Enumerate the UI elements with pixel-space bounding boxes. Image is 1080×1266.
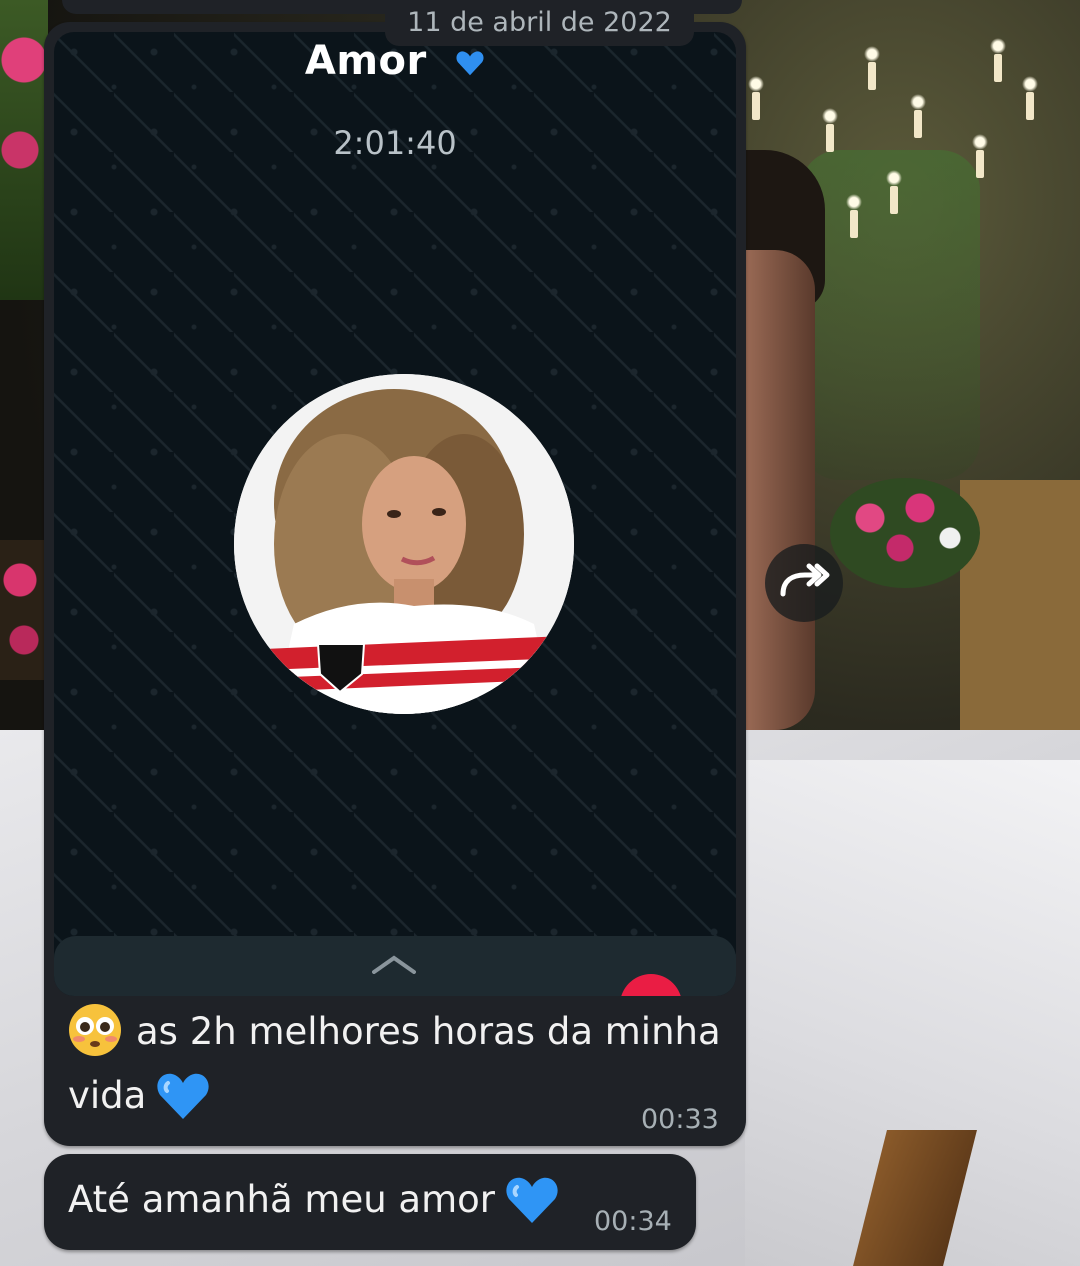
end-call-icon[interactable] xyxy=(620,974,682,996)
call-duration: 2:01:40 xyxy=(333,124,457,162)
chevron-up-icon[interactable] xyxy=(372,954,416,974)
message-time: 00:33 xyxy=(641,1104,719,1135)
call-screenshot-image[interactable]: Amor 2:01:40 xyxy=(54,32,736,996)
message-time: 00:34 xyxy=(594,1206,672,1237)
contact-avatar xyxy=(234,374,574,714)
message-line-1: as 2h melhores horas da minha xyxy=(136,1010,721,1053)
message-text: Até amanhã meu amor xyxy=(68,1168,559,1232)
call-controls-panel[interactable] xyxy=(54,936,736,996)
blue-heart-emoji xyxy=(157,1073,209,1119)
message-text-content: Até amanhã meu amor xyxy=(68,1178,495,1221)
flushed-face-emoji xyxy=(69,1003,121,1056)
forward-button[interactable] xyxy=(765,544,843,622)
blue-heart-icon xyxy=(456,51,484,76)
message-text: as 2h melhores horas da minha vida xyxy=(68,1000,721,1128)
text-message-bubble[interactable]: Até amanhã meu amor 00:34 xyxy=(44,1154,696,1250)
forward-icon[interactable] xyxy=(765,544,843,622)
date-chip: 11 de abril de 2022 xyxy=(385,0,694,46)
message-line-2: vida xyxy=(68,1074,147,1117)
blue-heart-emoji xyxy=(506,1177,558,1223)
image-message-bubble[interactable]: Amor 2:01:40 as 2h melhores horas da min… xyxy=(44,22,746,1146)
